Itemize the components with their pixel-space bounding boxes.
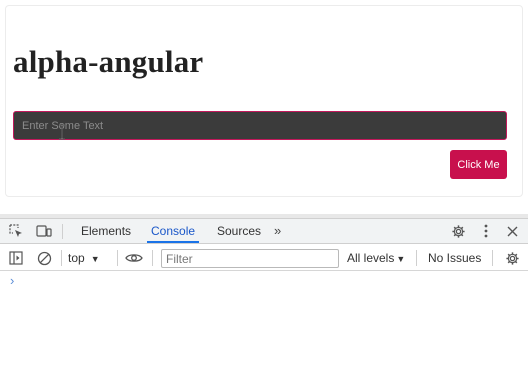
app-card [5, 5, 523, 197]
devtools-panel: Elements Console Sources » top ▼ Filter … [0, 214, 528, 392]
live-expression-eye-icon[interactable] [124, 248, 144, 268]
tab-sources[interactable]: Sources [213, 219, 265, 243]
console-toolbar: top▼ All levels▼ No Issues [0, 245, 528, 271]
context-selector-label: top [68, 251, 85, 265]
devtools-tabbar: Elements Console Sources » [0, 219, 528, 244]
toolbar-divider [117, 250, 118, 266]
tab-console[interactable]: Console [147, 219, 200, 243]
console-filter-input[interactable] [161, 249, 339, 268]
page-viewport: alpha-angular Click Me [0, 0, 528, 214]
toolbar-divider [492, 250, 493, 266]
page-title: alpha-angular [13, 44, 204, 79]
settings-gear-icon[interactable] [448, 221, 468, 241]
console-prompt-chevron: › [10, 273, 15, 288]
log-levels-dropdown[interactable]: All levels ▼ [347, 249, 405, 267]
text-input[interactable] [13, 111, 507, 140]
chevron-down-icon: ▼ [396, 254, 406, 264]
tab-elements[interactable]: Elements [77, 219, 135, 243]
click-me-button[interactable]: Click Me [450, 150, 507, 179]
tabbar-divider [62, 224, 63, 239]
chevron-down-icon: ▼ [90, 254, 100, 264]
more-vertical-icon[interactable] [476, 221, 496, 241]
clear-console-icon[interactable] [34, 248, 54, 268]
text-cursor-icon [59, 124, 65, 140]
log-levels-label: All levels [347, 251, 395, 265]
more-tabs-button[interactable]: » [274, 219, 281, 243]
device-toggle-icon[interactable] [34, 221, 54, 241]
toolbar-divider [416, 250, 417, 266]
console-settings-icon[interactable] [502, 248, 522, 268]
close-icon[interactable] [502, 221, 522, 241]
inspect-element-icon[interactable] [6, 221, 26, 241]
context-selector[interactable]: top ▼ [68, 249, 100, 267]
toolbar-divider [152, 250, 153, 266]
toolbar-divider [61, 250, 62, 266]
issues-button[interactable]: No Issues [428, 249, 481, 267]
console-output[interactable]: › [0, 271, 528, 392]
sidebar-toggle-icon[interactable] [6, 248, 26, 268]
